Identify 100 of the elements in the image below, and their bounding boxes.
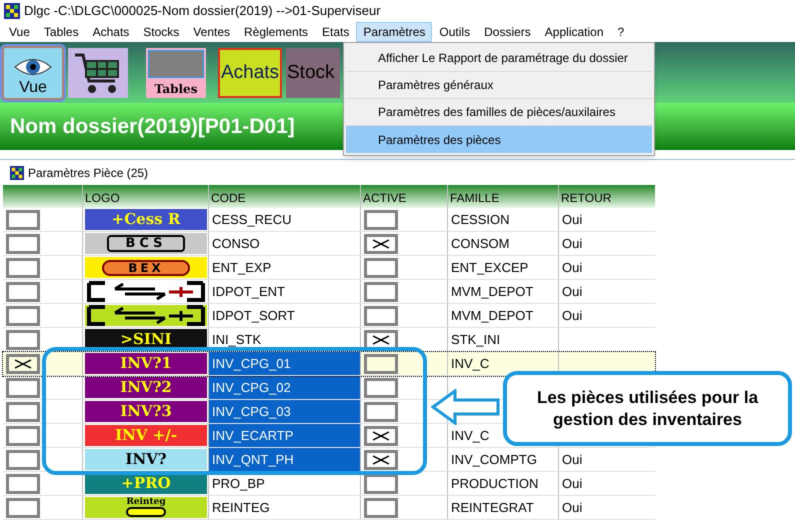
piece-logo: INV?3 (85, 401, 207, 422)
piece-logo: INV +/- (85, 425, 207, 446)
piece-logo: INV? (85, 449, 207, 470)
dropdown-item[interactable]: Paramètres des pièces (346, 126, 652, 153)
checkbox[interactable] (364, 258, 398, 278)
cross-icon (14, 358, 32, 368)
menu-item[interactable]: Application (538, 22, 611, 42)
return-cell-text: Oui (562, 234, 582, 253)
cross-icon (372, 430, 390, 440)
menu-item[interactable]: Achats (86, 22, 136, 42)
checkbox[interactable] (364, 234, 398, 254)
return-cell-text: Oui (562, 474, 582, 493)
menu-item[interactable]: Ventes (186, 22, 237, 42)
family-cell-text: REINTEGRAT (451, 498, 534, 517)
menu-item[interactable]: Etats (315, 22, 356, 42)
checkbox[interactable] (6, 210, 40, 230)
folder-title: Nom dossier(2019)[P01-D01] (10, 114, 295, 140)
cart-button[interactable] (68, 48, 128, 98)
checkbox[interactable] (6, 306, 40, 326)
menu-item[interactable]: Règlements (237, 22, 316, 42)
return-cell-text: Oui (562, 258, 582, 277)
code-cell: INV_CPG_02 (208, 376, 360, 399)
tables-button[interactable]: Tables (146, 48, 206, 98)
menu-item[interactable]: Dossiers (477, 22, 538, 42)
menu-item[interactable]: Paramètres (356, 22, 432, 42)
piece-logo: +Cess R (85, 209, 207, 230)
cross-icon (372, 454, 390, 464)
family-cell-text: MVM_DEPOT (451, 282, 534, 301)
checkbox[interactable] (364, 282, 398, 302)
stock-button[interactable]: Stock (286, 48, 340, 98)
code-cell: IDPOT_SORT (208, 304, 360, 327)
purchases-button[interactable]: Achats (218, 48, 282, 98)
code-cell: INV_ECARTP (208, 424, 360, 447)
column-header[interactable]: LOGO (82, 185, 208, 208)
code-cell: CESS_RECU (208, 208, 360, 231)
checkbox[interactable] (364, 426, 398, 446)
checkbox[interactable] (6, 378, 40, 398)
family-cell-text: INV_C (451, 426, 490, 445)
cross-icon (372, 238, 390, 248)
checkbox[interactable] (364, 402, 398, 422)
code-cell: PRO_BP (208, 472, 360, 495)
checkbox[interactable] (364, 378, 398, 398)
dropdown-item[interactable]: Paramètres généraux (346, 72, 652, 99)
checkbox[interactable] (6, 330, 40, 350)
family-cell-text: STK_INI (451, 330, 500, 349)
piece-logo: INV?1 (85, 353, 207, 374)
panel-title: Paramètres Pièce (25) (28, 164, 148, 182)
callout-text: Les pièces utilisées pour la gestion des inventaires (536, 386, 760, 430)
checkbox[interactable] (6, 258, 40, 278)
column-header[interactable]: FAMILLE (447, 185, 558, 208)
return-cell-text: Oui (562, 450, 582, 469)
column-header[interactable]: RETOUR (558, 185, 655, 208)
code-cell: INV_QNT_PH (208, 448, 360, 471)
family-cell-text: INV_COMPTG (451, 450, 537, 469)
family-cell-text: PRODUCTION (451, 474, 538, 493)
menu-item[interactable]: Vue (2, 22, 37, 42)
code-cell: IDPOT_ENT (208, 280, 360, 303)
checkbox[interactable] (6, 354, 40, 374)
family-cell-text: CESSION (451, 210, 510, 229)
checkbox[interactable] (6, 474, 40, 494)
return-cell-text: Oui (562, 282, 582, 301)
code-cell: INV_CPG_01 (208, 352, 360, 375)
checkbox[interactable] (364, 210, 398, 230)
app-icon (4, 3, 20, 19)
piece-logo: BCS (85, 233, 207, 254)
checkbox[interactable] (364, 306, 398, 326)
return-cell-text: Oui (562, 498, 582, 517)
column-header[interactable]: CODE (208, 185, 360, 208)
menu-item[interactable]: Tables (36, 22, 86, 42)
arrow-icon (431, 389, 501, 425)
checkbox[interactable] (6, 450, 40, 470)
column-header[interactable]: ACTIVE (360, 185, 447, 208)
checkbox[interactable] (6, 234, 40, 254)
cross-icon (372, 334, 390, 344)
checkbox[interactable] (6, 402, 40, 422)
dropdown-item[interactable]: Afficher Le Rapport de paramétrage du dossier (346, 45, 652, 72)
checkbox[interactable] (364, 450, 398, 470)
app-icon (10, 166, 24, 180)
menu-item[interactable]: ? (610, 22, 632, 42)
family-cell-text: MVM_DEPOT (451, 306, 534, 325)
piece-logo: BEX (85, 257, 207, 278)
code-cell: CONSO (208, 232, 360, 255)
checkbox[interactable] (364, 354, 398, 374)
checkbox[interactable] (364, 474, 398, 494)
window-title: Dlgc -C:\DLGC\000025-Nom dossier(2019) -->01-Superviseur (24, 2, 381, 20)
checkbox[interactable] (6, 498, 40, 518)
checkbox[interactable] (364, 498, 398, 518)
return-cell-text: Oui (562, 210, 582, 229)
checkbox[interactable] (6, 282, 40, 302)
menu-item[interactable]: Stocks (136, 22, 186, 42)
code-cell: INV_CPG_03 (208, 400, 360, 423)
piece-logo: Reinteg (85, 497, 207, 518)
code-cell: ENT_EXP (208, 256, 360, 279)
checkbox[interactable] (6, 426, 40, 446)
checkbox[interactable] (364, 330, 398, 350)
family-cell-text: ENT_EXCEP (451, 258, 528, 277)
view-button[interactable]: Vue (2, 46, 64, 100)
code-cell: REINTEG (208, 496, 360, 519)
menu-item[interactable]: Outils (432, 22, 478, 42)
piece-logo: INV?2 (85, 377, 207, 398)
